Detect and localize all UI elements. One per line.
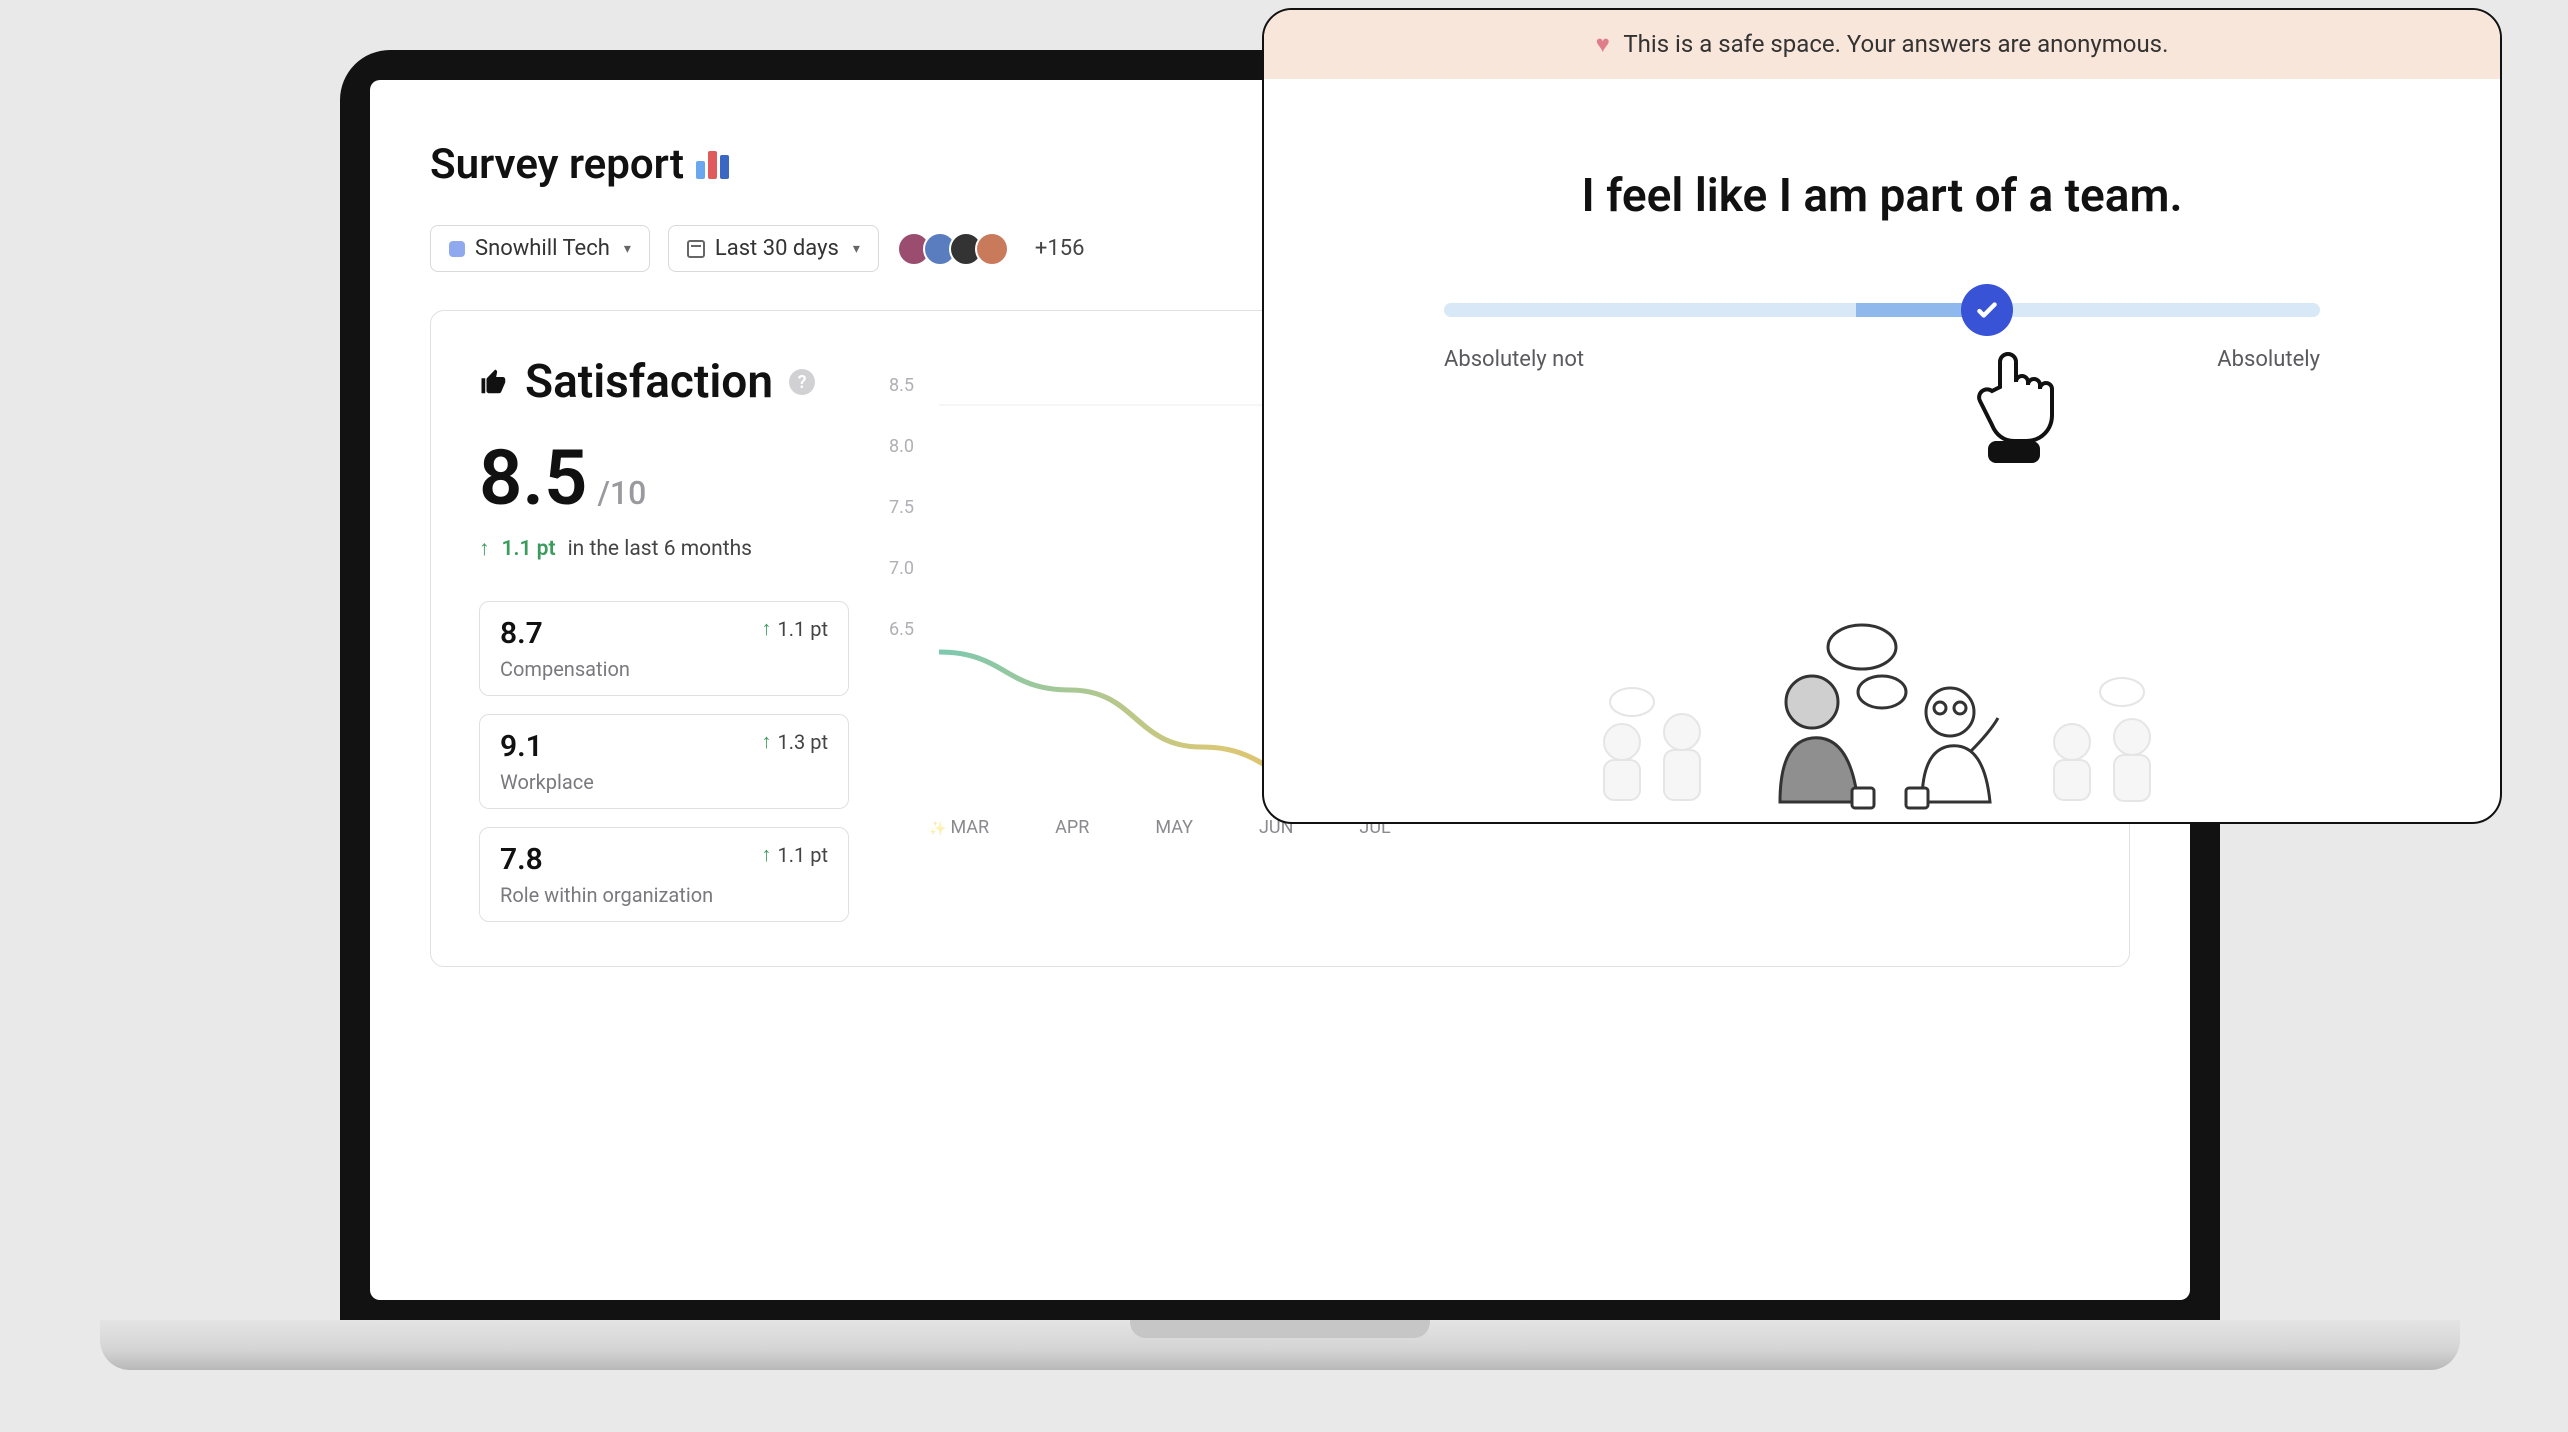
metric-value: 8.7: [500, 616, 630, 651]
date-range-label: Last 30 days: [715, 236, 839, 261]
y-tick: 6.5: [889, 619, 914, 640]
arrow-up-icon: ↑: [762, 729, 772, 754]
metric-label: Compensation: [500, 657, 630, 681]
metric-delta-value: 1.1 pt: [778, 843, 829, 867]
metric-label: Workplace: [500, 770, 594, 794]
slider-min-label: Absolutely not: [1444, 347, 1584, 372]
org-color-swatch: [449, 241, 465, 257]
thumbs-up-icon: [479, 367, 509, 397]
date-range-filter[interactable]: Last 30 days ▾: [668, 225, 879, 272]
metric-compensation[interactable]: 8.7 Compensation ↑ 1.1 pt: [479, 601, 849, 696]
response-slider[interactable]: Absolutely not Absolutely: [1444, 303, 2320, 372]
org-filter-label: Snowhill Tech: [475, 236, 610, 261]
check-icon: [1974, 297, 2000, 323]
y-tick: 8.0: [889, 436, 914, 457]
heart-icon: ♥: [1596, 30, 1610, 58]
metric-value: 7.8: [500, 842, 713, 877]
score: 8.5 /10: [479, 433, 849, 523]
x-tick: MAY: [1155, 817, 1193, 838]
slider-thumb[interactable]: [1961, 284, 2013, 336]
metric-label: Role within organization: [500, 883, 713, 907]
calendar-icon: [687, 240, 705, 258]
participant-avatars[interactable]: [897, 232, 1009, 266]
score-value: 8.5: [479, 433, 587, 523]
more-participants-count: +156: [1035, 236, 1085, 261]
delta-value: 1.1 pt: [502, 537, 556, 561]
metric-workplace[interactable]: 9.1 Workplace ↑ 1.3 pt: [479, 714, 849, 809]
score-max: /10: [597, 474, 646, 512]
x-tick: APR: [1055, 817, 1089, 838]
survey-question: I feel like I am part of a team.: [1264, 169, 2500, 223]
arrow-up-icon: ↑: [762, 842, 772, 867]
slider-track: [1444, 303, 2320, 317]
chevron-down-icon: ▾: [624, 241, 631, 257]
delta-period: in the last 6 months: [568, 537, 752, 561]
chevron-down-icon: ▾: [853, 241, 860, 257]
avatar: [975, 232, 1009, 266]
section-title: Satisfaction ?: [479, 355, 849, 409]
metric-value: 9.1: [500, 729, 594, 764]
y-tick: 7.5: [889, 497, 914, 518]
privacy-banner: ♥ This is a safe space. Your answers are…: [1264, 10, 2500, 79]
metrics-list: 8.7 Compensation ↑ 1.1 pt 9.1 Workplace: [479, 601, 849, 922]
metric-role[interactable]: 7.8 Role within organization ↑ 1.1 pt: [479, 827, 849, 922]
metric-delta-value: 1.1 pt: [778, 617, 829, 641]
slider-max-label: Absolutely: [2217, 347, 2320, 372]
satisfaction-summary: Satisfaction ? 8.5 /10 ↑ 1.1 pt in the l…: [479, 355, 849, 922]
x-tick: MAR: [929, 817, 989, 838]
page-title-text: Survey report: [430, 140, 684, 189]
y-axis-ticks: 8.5 8.0 7.5 7.0 6.5: [889, 375, 914, 640]
laptop-notch: [1130, 1320, 1430, 1338]
hand-cursor-icon: [1970, 337, 2070, 467]
score-delta: ↑ 1.1 pt in the last 6 months: [479, 537, 849, 561]
metric-delta-value: 1.3 pt: [778, 730, 829, 754]
laptop-base: [100, 1320, 2460, 1370]
survey-modal: ♥ This is a safe space. Your answers are…: [1262, 8, 2502, 824]
arrow-up-icon: ↑: [762, 616, 772, 641]
privacy-banner-text: This is a safe space. Your answers are a…: [1623, 30, 2168, 58]
help-icon[interactable]: ?: [789, 369, 815, 395]
bar-chart-icon: [696, 151, 729, 179]
y-tick: 7.0: [889, 558, 914, 579]
slider-labels: Absolutely not Absolutely: [1444, 347, 2320, 372]
org-filter[interactable]: Snowhill Tech ▾: [430, 225, 650, 272]
people-illustration: [1562, 592, 2202, 822]
y-tick: 8.5: [889, 375, 914, 396]
arrow-up-icon: ↑: [479, 537, 490, 561]
section-title-text: Satisfaction: [525, 355, 773, 409]
